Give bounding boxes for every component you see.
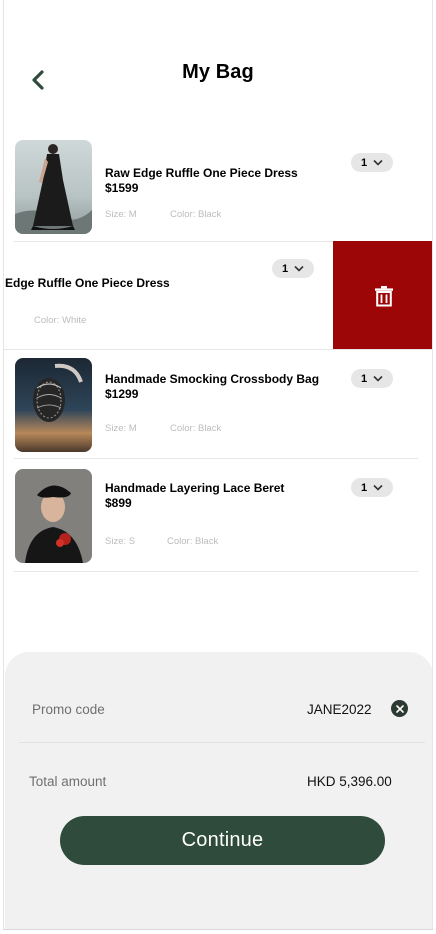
total-amount-label: Total amount [29, 774, 107, 789]
item-size: Size: M [105, 423, 137, 434]
product-image-crossbody-bag [15, 358, 92, 452]
item-name-clip: Raw Edge Ruffle One Piece Dress [4, 276, 330, 292]
item-name: Raw Edge Ruffle One Piece Dress [4, 276, 170, 290]
clear-promo-button[interactable] [391, 700, 408, 717]
divider [14, 458, 418, 459]
divider [14, 571, 418, 572]
item-price: $899 [105, 496, 132, 510]
promo-code-value[interactable]: JANE2022 [307, 702, 372, 717]
promo-code-label: Promo code [32, 702, 105, 717]
item-color: Color: Black [170, 423, 222, 434]
product-image-dress-black [15, 140, 92, 234]
chevron-down-icon [373, 159, 383, 166]
close-icon [395, 704, 404, 713]
quantity-select[interactable]: 1 [351, 478, 393, 497]
quantity-value: 1 [360, 156, 368, 169]
quantity-select[interactable]: 1 [351, 369, 393, 388]
quantity-value: 1 [360, 372, 368, 385]
item-price: $1599 [105, 181, 139, 195]
quantity-value: 1 [360, 481, 368, 494]
item-color: Color: Black [170, 209, 222, 220]
item-color: Color: White [34, 315, 87, 326]
divider [19, 742, 425, 743]
chevron-down-icon [373, 375, 383, 382]
item-size: Size: S [105, 536, 136, 547]
page-title: My Bag [182, 61, 254, 83]
item-name: Handmade Smocking Crossbody Bag [105, 372, 320, 386]
order-summary-sheet: Promo code JANE2022 Total amount HKD 5,3… [5, 652, 432, 929]
delete-item-button[interactable] [333, 241, 432, 350]
chevron-down-icon [373, 484, 383, 491]
total-amount-value: HKD 5,396.00 [307, 774, 392, 789]
quantity-select[interactable]: 1 [272, 259, 314, 278]
item-name: Handmade Layering Lace Beret [105, 481, 285, 495]
chevron-down-icon [294, 265, 304, 272]
trash-icon [374, 285, 393, 306]
item-name: Raw Edge Ruffle One Piece Dress [105, 166, 298, 180]
item-size: Size: M [105, 209, 137, 220]
quantity-value: 1 [281, 262, 289, 275]
divider [4, 349, 432, 350]
item-price: $1299 [105, 387, 139, 401]
quantity-select[interactable]: 1 [351, 153, 393, 172]
continue-button[interactable]: Continue [60, 816, 385, 865]
bag-screen: My Bag Raw Edge Ruffle One Piece Dress $… [3, 0, 433, 930]
item-color: Color: Black [167, 536, 219, 547]
product-image-lace-beret [15, 469, 92, 563]
